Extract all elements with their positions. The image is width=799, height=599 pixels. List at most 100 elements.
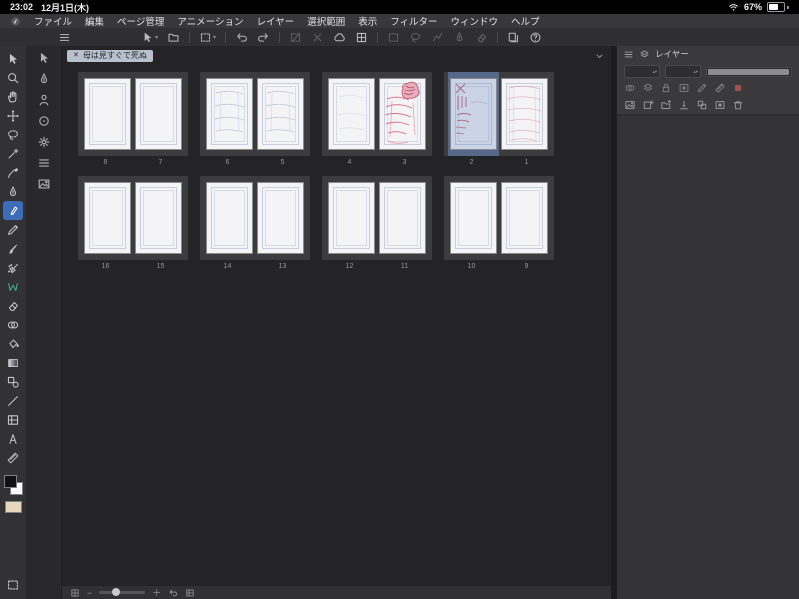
page-thumbnail[interactable] (326, 72, 377, 156)
merge-down-button[interactable] (696, 99, 708, 111)
page-thumbnail[interactable] (82, 72, 133, 156)
new-folder-button[interactable] (660, 99, 672, 111)
page-thumbnail[interactable] (377, 176, 428, 260)
page-thumbnail[interactable] (499, 72, 550, 156)
fit-screen-icon[interactable] (185, 588, 195, 598)
line-tool[interactable] (3, 391, 23, 410)
redo-icon[interactable] (257, 31, 270, 44)
menu-item[interactable]: レイヤー (256, 14, 294, 28)
zoom-slider-thumb[interactable] (112, 588, 121, 596)
page-thumbnail[interactable] (82, 176, 133, 260)
menu-item[interactable]: ファイル (34, 14, 72, 28)
subtool-target-icon[interactable] (37, 114, 51, 128)
tab-list-chevron-icon[interactable] (594, 51, 605, 62)
layer-color-icon[interactable] (732, 82, 744, 94)
auto-select-tool[interactable] (3, 144, 23, 163)
selection-launcher-button[interactable] (3, 575, 23, 594)
rotate-reset-icon[interactable] (168, 588, 178, 598)
subtool-image-icon[interactable] (37, 177, 51, 191)
cloud-sync-icon[interactable] (333, 31, 346, 44)
airbrush-tool[interactable] (3, 258, 23, 277)
page-thumbnail[interactable] (133, 176, 184, 260)
zoom-tool[interactable] (3, 68, 23, 87)
transfer-down-button[interactable] (678, 99, 690, 111)
menu-item[interactable]: ページ管理 (117, 14, 164, 28)
layer-mask-button[interactable] (714, 99, 726, 111)
clear-selection-icon[interactable] (311, 31, 324, 44)
menu-item[interactable]: ウィンドウ (451, 14, 499, 28)
operation-tool[interactable] (3, 49, 23, 68)
menu-item[interactable]: 表示 (358, 14, 377, 28)
hand-tool[interactable] (3, 87, 23, 106)
opacity-stepper[interactable]: ▴▾ (665, 65, 701, 78)
snap-grid-icon[interactable] (355, 31, 368, 44)
move-layer-tool[interactable] (3, 106, 23, 125)
menu-item[interactable]: アニメーション (177, 14, 243, 28)
lock-layer-icon[interactable] (660, 82, 672, 94)
eraser-tool[interactable] (3, 296, 23, 315)
text-tool[interactable] (3, 429, 23, 448)
pen-tool[interactable] (3, 182, 23, 201)
help-icon[interactable] (529, 31, 542, 44)
undo-icon[interactable] (235, 31, 248, 44)
deselect-icon[interactable] (289, 31, 302, 44)
close-icon[interactable]: ✕ (73, 51, 79, 61)
subtool-list-icon[interactable] (37, 156, 51, 170)
select-pen-icon[interactable] (453, 31, 466, 44)
document-tab[interactable]: ✕ 母は見すぐで死ぬ (67, 50, 153, 62)
subtool-pen-icon[interactable] (37, 72, 51, 86)
menu-item[interactable]: フィルター (390, 14, 437, 28)
page-thumbnail[interactable] (133, 72, 184, 156)
pencil-tool[interactable] (3, 220, 23, 239)
page-thumbnail[interactable] (255, 176, 306, 260)
zoom-out-button[interactable]: − (87, 588, 92, 598)
page-manager-icon[interactable] (507, 31, 520, 44)
lasso-tool[interactable] (3, 125, 23, 144)
brush-tool[interactable] (3, 239, 23, 258)
zoom-in-button[interactable]: ＋ (152, 588, 161, 598)
page-thumbnail[interactable] (204, 72, 255, 156)
draft-layer-icon[interactable] (696, 82, 708, 94)
blend-tool[interactable] (3, 315, 23, 334)
subtool-cursor-icon[interactable] (37, 51, 51, 65)
panel-menu-icon[interactable] (623, 49, 634, 60)
main-color-swatch[interactable] (4, 475, 17, 488)
fill-tool[interactable] (3, 334, 23, 353)
figure-tool[interactable] (3, 372, 23, 391)
tone-swatch[interactable] (4, 501, 22, 513)
select-lasso-icon[interactable] (409, 31, 422, 44)
page-thumbnail[interactable] (448, 72, 499, 156)
subtool-settings-icon[interactable] (37, 135, 51, 149)
zoom-slider[interactable] (99, 588, 146, 596)
gradient-tool[interactable] (3, 353, 23, 372)
open-canvas-icon[interactable] (167, 31, 180, 44)
page-thumbnail[interactable] (448, 176, 499, 260)
clip-studio-logo-icon[interactable] (10, 16, 21, 27)
clip-to-layer-icon[interactable] (642, 82, 654, 94)
operation-icon[interactable]: ▾ (141, 31, 158, 44)
transform-icon[interactable]: ▾ (199, 31, 216, 44)
new-layer-button[interactable] (642, 99, 654, 111)
opacity-slider[interactable] (706, 66, 792, 77)
page-thumbnail[interactable] (499, 176, 550, 260)
navigator-icon[interactable] (70, 588, 80, 598)
select-rectangle-icon[interactable] (387, 31, 400, 44)
select-eraser-icon[interactable] (475, 31, 488, 44)
page-thumbnail[interactable] (204, 176, 255, 260)
menu-item[interactable]: 選択範囲 (307, 14, 345, 28)
watercolor-tool[interactable] (3, 277, 23, 296)
delete-layer-button[interactable] (732, 99, 744, 111)
menu-item[interactable]: ヘルプ (511, 14, 540, 28)
select-polyline-icon[interactable] (431, 31, 444, 44)
subtool-person-icon[interactable] (37, 93, 51, 107)
lock-transparent-icon[interactable] (678, 82, 690, 94)
menu-item[interactable]: 編集 (85, 14, 104, 28)
page-thumbnail[interactable] (377, 72, 428, 156)
page-thumbnail[interactable] (326, 176, 377, 260)
blend-mode-icon[interactable] (624, 82, 636, 94)
frame-border-tool[interactable] (3, 410, 23, 429)
layer-list-icon[interactable] (624, 99, 636, 111)
layer-ruler-icon[interactable] (714, 82, 726, 94)
blend-mode-select[interactable]: ▴▾ (624, 65, 660, 78)
main-menu-icon[interactable] (58, 31, 71, 44)
